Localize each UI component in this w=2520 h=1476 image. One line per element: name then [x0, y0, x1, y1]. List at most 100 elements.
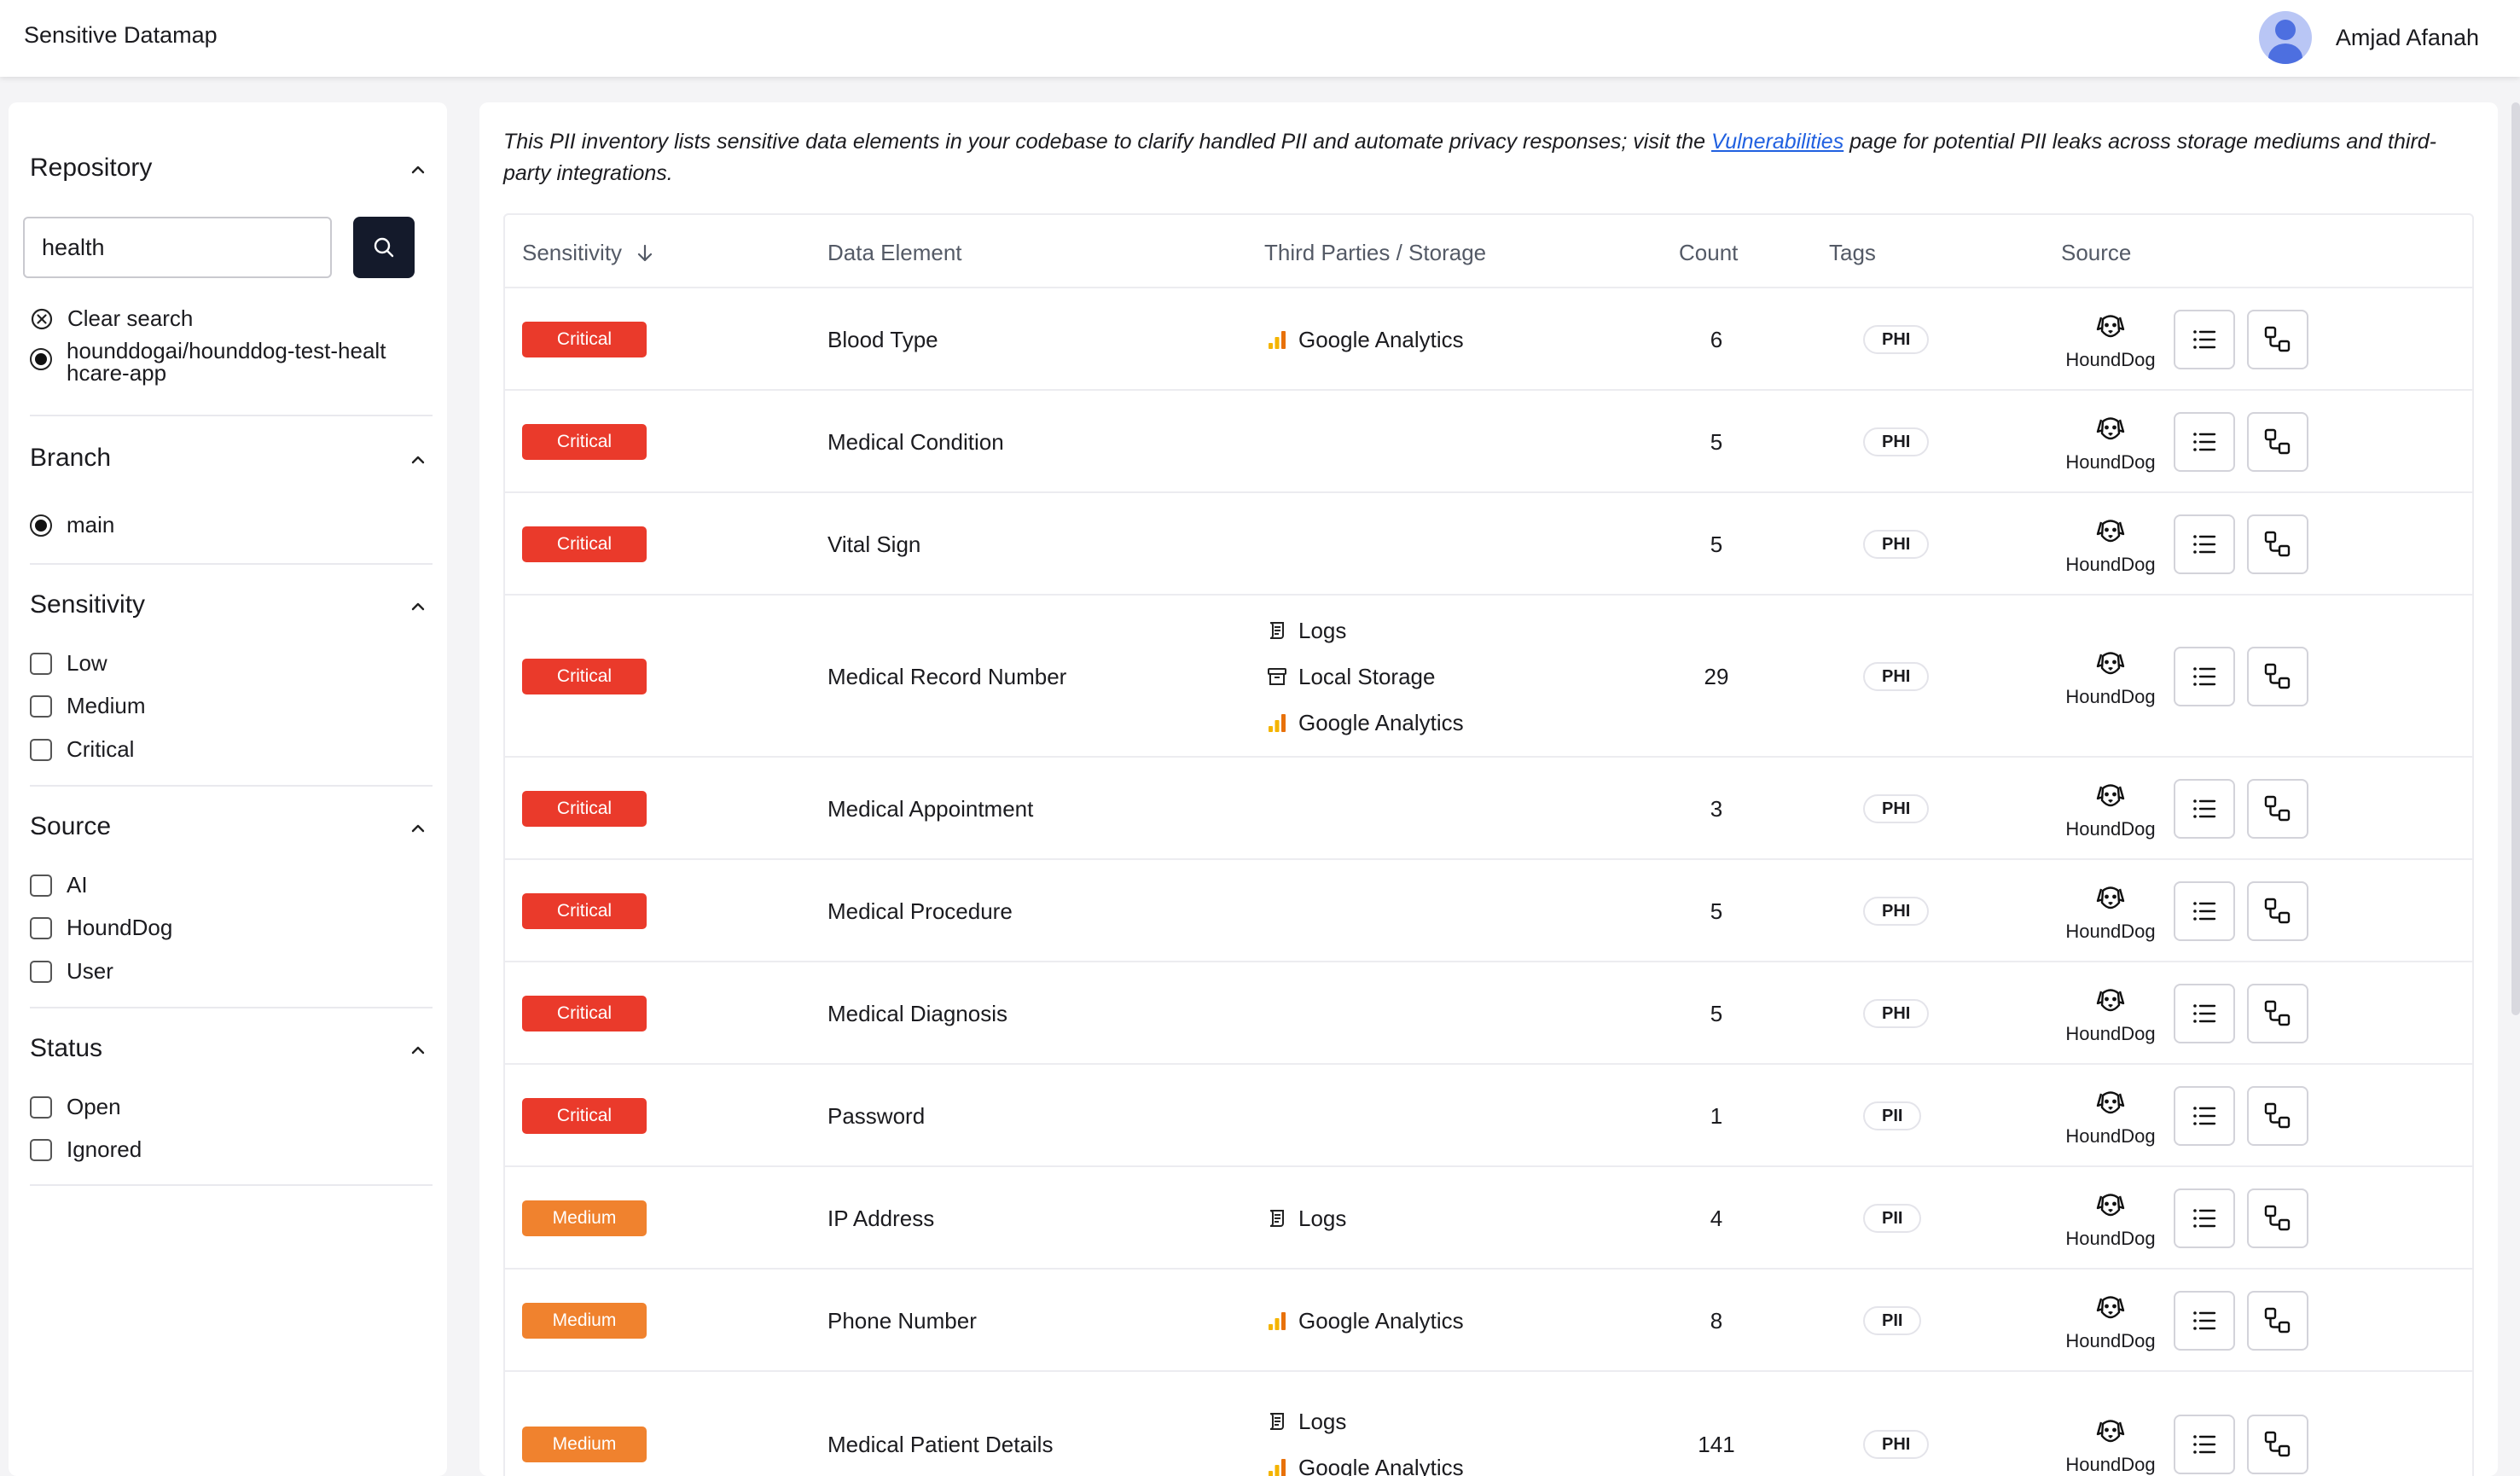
table-row[interactable]: Critical Medical Procedure 5 PHI HoundDog: [505, 860, 2472, 962]
source-option-hounddog[interactable]: HoundDog: [30, 915, 172, 941]
divider: [30, 1184, 433, 1186]
clear-search-link[interactable]: Clear search: [30, 305, 193, 332]
sensitivity-badge: Critical: [522, 659, 647, 694]
count-value: 1: [1710, 1103, 1723, 1129]
checkbox[interactable]: [30, 694, 52, 718]
third-party-label: Logs: [1298, 1408, 1347, 1434]
sensitivity-filter-header[interactable]: Sensitivity: [30, 590, 433, 628]
status-filter-header[interactable]: Status: [30, 1034, 433, 1072]
view-flow-button[interactable]: [2247, 1415, 2308, 1474]
branch-option-main[interactable]: main: [30, 512, 114, 538]
status-filter-title: Status: [30, 1034, 103, 1062]
table-row[interactable]: Critical Medical Condition 5 PHI HoundDog: [505, 391, 2472, 493]
view-details-button[interactable]: [2174, 779, 2235, 839]
view-details-button[interactable]: [2174, 1188, 2235, 1248]
checkbox[interactable]: [30, 1095, 52, 1119]
status-option-ignored[interactable]: Ignored: [30, 1136, 142, 1163]
app-title: Sensitive Datamap: [24, 22, 218, 48]
chevron-up-icon[interactable]: [410, 162, 426, 177]
view-flow-button[interactable]: [2247, 647, 2308, 706]
view-flow-button[interactable]: [2247, 984, 2308, 1043]
view-flow-button[interactable]: [2247, 881, 2308, 941]
search-button[interactable]: [353, 217, 415, 278]
tag-pill: PHI: [1863, 427, 1930, 456]
view-details-button[interactable]: [2174, 310, 2235, 369]
third-party-label: Logs: [1298, 1205, 1347, 1231]
chevron-up-icon[interactable]: [410, 452, 426, 468]
column-header-source[interactable]: Source: [2061, 240, 2131, 266]
repository-radio[interactable]: [30, 348, 52, 370]
view-details-button[interactable]: [2174, 1086, 2235, 1146]
table-row[interactable]: Critical Blood Type Google Analytics 6 PHI Ho…: [505, 288, 2472, 391]
column-header-third-parties[interactable]: Third Parties / Storage: [1264, 240, 1486, 266]
count-value: 8: [1710, 1308, 1723, 1334]
avatar-icon[interactable]: [2258, 11, 2312, 64]
view-flow-button[interactable]: [2247, 310, 2308, 369]
source-filter-header[interactable]: Source: [30, 812, 433, 850]
checkbox[interactable]: [30, 916, 52, 939]
table-row[interactable]: Medium IP Address Logs 4 PII HoundDog: [505, 1167, 2472, 1270]
source-label: HoundDog: [2065, 349, 2156, 370]
view-flow-button[interactable]: [2247, 779, 2308, 839]
table-row[interactable]: Critical Password 1 PII HoundDog: [505, 1065, 2472, 1167]
vulnerabilities-link[interactable]: Vulnerabilities: [1711, 130, 1844, 154]
divider: [30, 415, 433, 416]
table-row[interactable]: Critical Medical Diagnosis 5 PHI HoundDog: [505, 962, 2472, 1065]
sensitivity-filter: Sensitivity Low Medium Critical: [30, 590, 433, 762]
sensitivity-option-low[interactable]: Low: [30, 650, 107, 677]
view-flow-button[interactable]: [2247, 1291, 2308, 1351]
sensitivity-option-medium[interactable]: Medium: [30, 693, 145, 719]
checkbox[interactable]: [30, 738, 52, 761]
view-flow-button[interactable]: [2247, 412, 2308, 472]
chevron-up-icon[interactable]: [410, 821, 426, 836]
repository-search-input[interactable]: [23, 217, 332, 278]
repository-filter-header[interactable]: Repository: [30, 154, 433, 191]
option-label: Open: [67, 1094, 121, 1119]
view-details-button[interactable]: [2174, 881, 2235, 941]
checkbox[interactable]: [30, 1138, 52, 1161]
column-header-tags[interactable]: Tags: [1829, 240, 1876, 266]
view-flow-button[interactable]: [2247, 1086, 2308, 1146]
view-details-button[interactable]: [2174, 1415, 2235, 1474]
source-option-user[interactable]: User: [30, 958, 113, 985]
chevron-up-icon[interactable]: [410, 1043, 426, 1058]
checkbox[interactable]: [30, 652, 52, 675]
view-details-button[interactable]: [2174, 514, 2235, 574]
view-details-button[interactable]: [2174, 412, 2235, 472]
table-row[interactable]: Medium Medical Patient Details Logs Google …: [505, 1372, 2472, 1476]
source-cell: HoundDog: [2051, 1414, 2170, 1476]
intro-text: This PII inventory lists sensitive data …: [503, 126, 2474, 189]
page-scrollbar[interactable]: [2511, 102, 2520, 1015]
table-row[interactable]: Critical Medical Appointment 3 PHI HoundDog: [505, 758, 2472, 860]
checkbox[interactable]: [30, 960, 52, 983]
hounddog-icon: [2096, 1091, 2125, 1114]
view-flow-button[interactable]: [2247, 514, 2308, 574]
view-details-button[interactable]: [2174, 647, 2235, 706]
column-header-sensitivity[interactable]: Sensitivity: [522, 240, 656, 266]
count-value: 5: [1710, 429, 1723, 455]
table-row[interactable]: Critical Medical Record Number Logs Local S…: [505, 596, 2472, 758]
branch-filter-header[interactable]: Branch: [30, 444, 433, 481]
search-icon: [374, 237, 394, 258]
view-details-button[interactable]: [2174, 984, 2235, 1043]
sensitivity-option-critical[interactable]: Critical: [30, 736, 134, 763]
repository-option[interactable]: hounddogai/hounddog-test-healthcare-app: [30, 340, 391, 384]
checkbox[interactable]: [30, 874, 52, 897]
view-flow-button[interactable]: [2247, 1188, 2308, 1248]
flow-icon: [2264, 898, 2291, 924]
status-option-open[interactable]: Open: [30, 1094, 121, 1120]
column-header-data-element[interactable]: Data Element: [827, 240, 962, 266]
source-option-ai[interactable]: AI: [30, 872, 88, 898]
table-row[interactable]: Medium Phone Number Google Analytics 8 PII Ho…: [505, 1270, 2472, 1372]
arrow-down-icon[interactable]: [634, 242, 656, 264]
status-filter: Status Open Ignored: [30, 1034, 433, 1162]
view-details-button[interactable]: [2174, 1291, 2235, 1351]
table-row[interactable]: Critical Vital Sign 5 PHI HoundDog: [505, 493, 2472, 596]
sensitivity-badge: Critical: [522, 322, 647, 357]
list-icon: [2193, 1311, 2216, 1330]
chevron-up-icon[interactable]: [410, 599, 426, 614]
source-label: HoundDog: [2065, 1228, 2156, 1249]
user-menu[interactable]: Amjad Afanah: [2258, 10, 2479, 65]
branch-radio[interactable]: [30, 514, 52, 537]
column-header-count[interactable]: Count: [1679, 240, 1738, 266]
